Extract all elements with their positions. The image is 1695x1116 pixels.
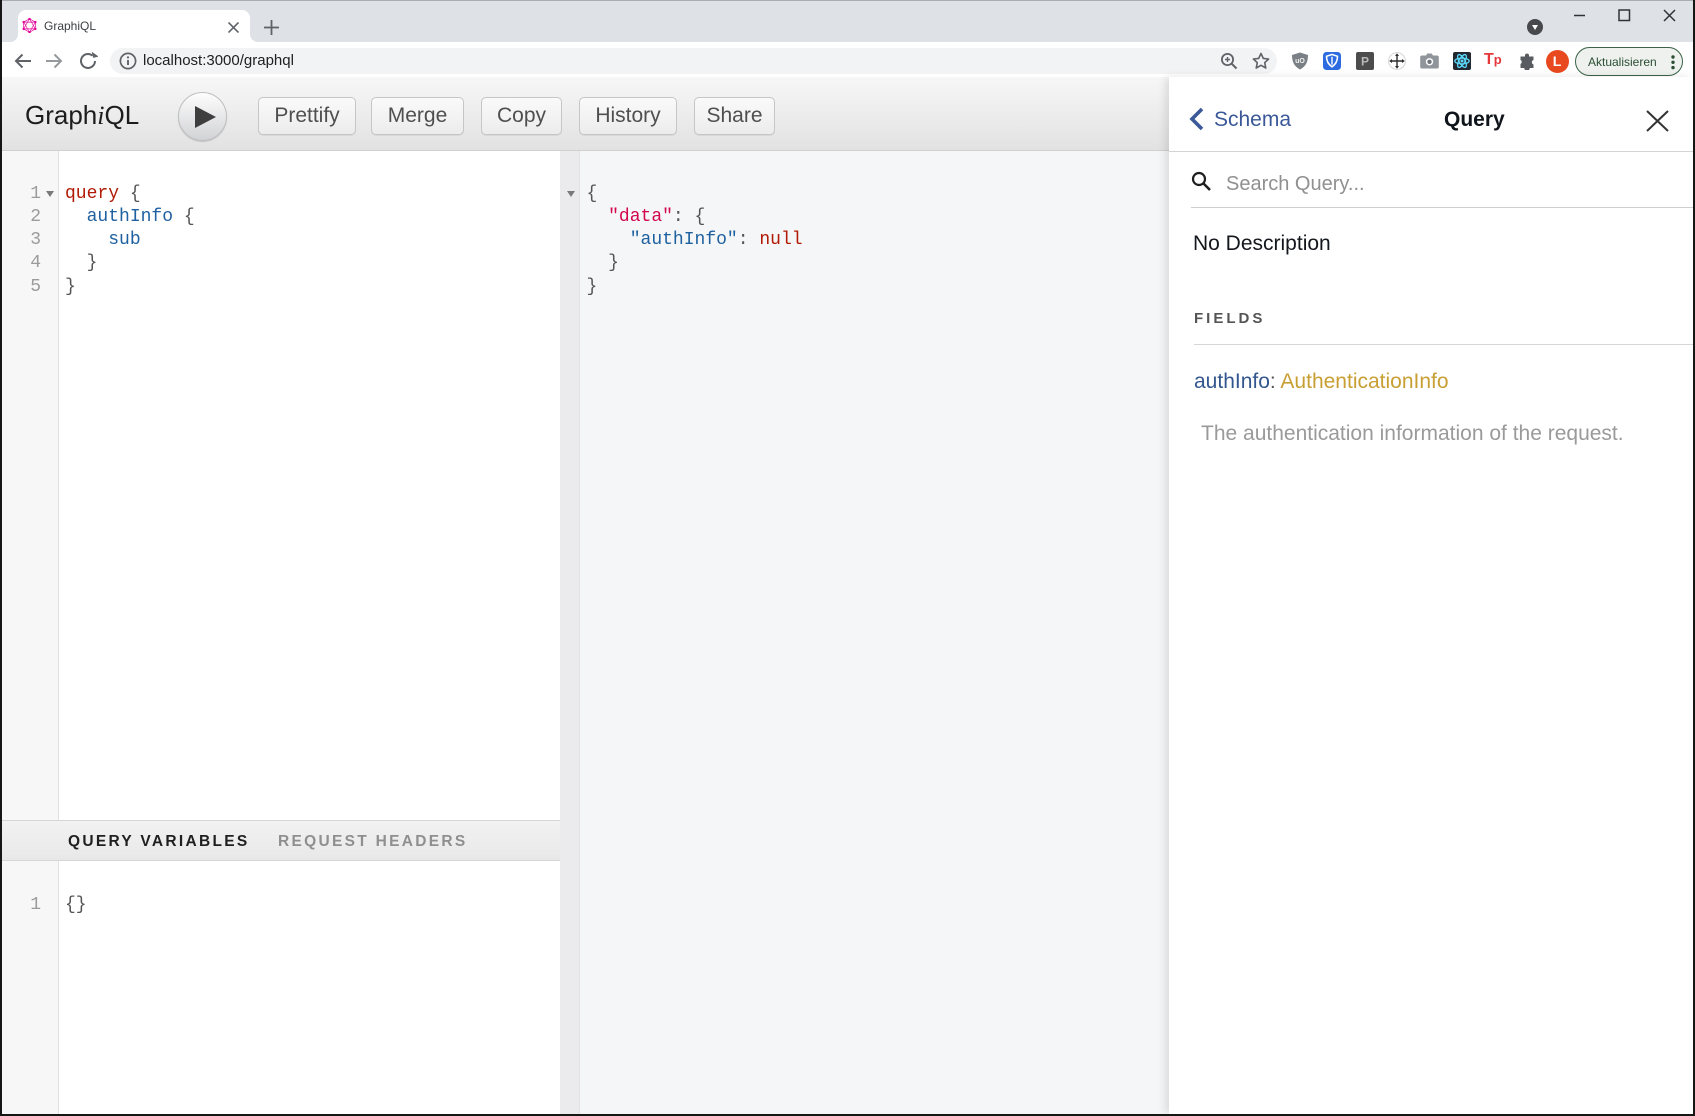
svg-text:P: P [1361, 55, 1369, 69]
svg-text:uO: uO [1295, 58, 1305, 65]
